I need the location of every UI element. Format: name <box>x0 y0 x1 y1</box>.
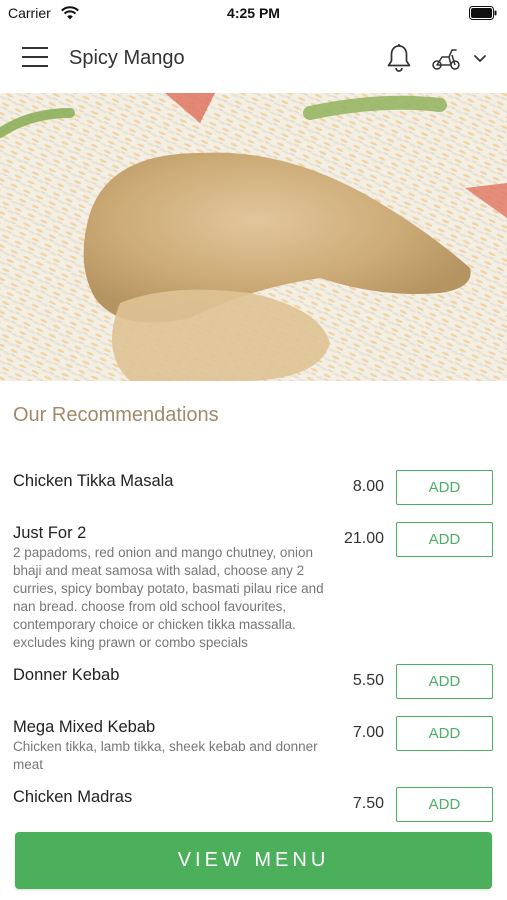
restaurant-title: Spicy Mango <box>69 47 185 69</box>
add-button[interactable]: ADD <box>396 716 493 751</box>
menu-icon[interactable] <box>22 47 48 71</box>
item-name: Just For 2 <box>13 524 87 542</box>
item-price: 5.50 <box>352 672 384 689</box>
status-bar: Carrier 4:25 PM <box>0 0 507 26</box>
add-button[interactable]: ADD <box>396 522 493 557</box>
item-name: Chicken Madras <box>13 788 133 806</box>
scooter-icon[interactable] <box>431 46 461 72</box>
item-name: Donner Kebab <box>13 666 120 684</box>
item-price: 7.00 <box>352 724 384 741</box>
add-button[interactable]: ADD <box>396 664 493 699</box>
bell-icon[interactable] <box>385 43 413 73</box>
battery-icon <box>469 6 497 20</box>
item-name: Chicken Tikka Masala <box>13 472 174 490</box>
hero-image-illustration <box>0 93 507 381</box>
item-price: 21.00 <box>343 530 384 547</box>
recommendations-heading: Our Recommendations <box>13 404 219 426</box>
item-description: Chicken tikka, lamb tikka, sheek kebab a… <box>13 739 318 772</box>
item-price: 8.00 <box>352 478 384 495</box>
app-header: Spicy Mango <box>0 26 507 94</box>
add-button[interactable]: ADD <box>396 470 493 505</box>
item-description: 2 papadoms, red onion and mango chutney,… <box>13 545 324 650</box>
add-button[interactable]: ADD <box>396 787 493 822</box>
hero-food-image <box>0 93 507 381</box>
item-price: 7.50 <box>352 795 384 812</box>
view-menu-button[interactable]: VIEW MENU <box>15 832 492 889</box>
item-name: Mega Mixed Kebab <box>13 718 156 736</box>
clock: 4:25 PM <box>227 5 280 21</box>
chevron-down-icon[interactable] <box>472 53 488 65</box>
